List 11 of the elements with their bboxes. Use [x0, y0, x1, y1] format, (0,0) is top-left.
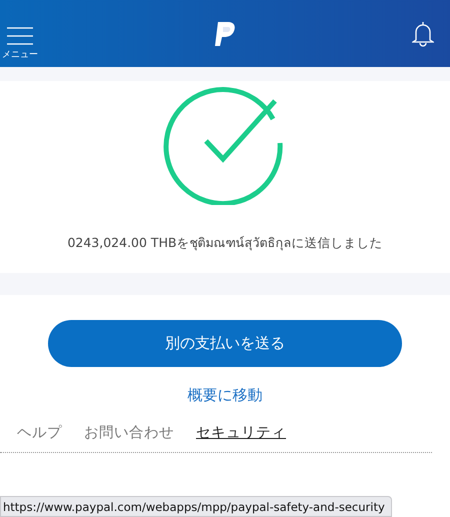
- send-another-payment-button[interactable]: 別の支払いを送る: [48, 320, 402, 367]
- footer-link[interactable]: セキュリティ: [196, 423, 286, 442]
- footer-link[interactable]: お問い合わせ: [84, 423, 174, 442]
- notification-bell-icon: [412, 20, 434, 46]
- link-url-status: https://www.paypal.com/webapps/mpp/paypal-safety-and-security: [0, 496, 392, 517]
- confirmation-message: 0243,024.00 THBをชุติมณฑน์สุวัตธิกุลに送信しました: [67, 234, 383, 252]
- go-to-summary-link[interactable]: 概要に移動: [188, 386, 262, 405]
- logo-icon: [213, 20, 237, 46]
- footer-link[interactable]: ヘルプ: [17, 423, 62, 442]
- menu-button[interactable]: メニュー: [0, 6, 38, 60]
- menu-icon: [6, 26, 34, 44]
